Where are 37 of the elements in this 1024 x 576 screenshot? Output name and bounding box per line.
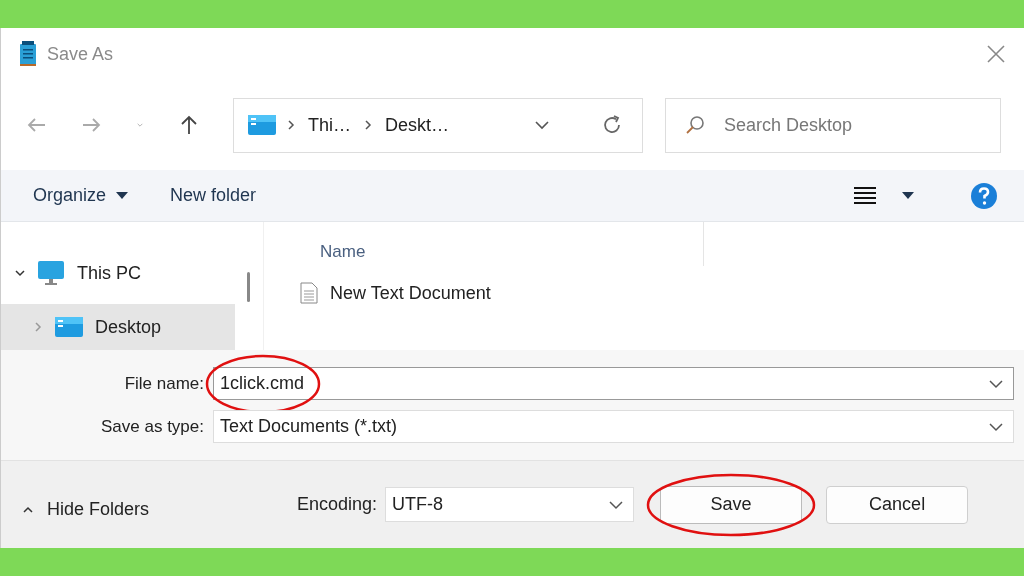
window-title: Save As: [47, 43, 115, 65]
cancel-button[interactable]: Cancel: [826, 485, 969, 524]
field-label: Save as type:: [100, 416, 204, 437]
field-label: Encoding:: [297, 494, 378, 515]
field-label: File name:: [123, 373, 204, 394]
hide-folders-button[interactable]: Hide Folders: [23, 499, 150, 520]
scrollbar-thumb[interactable]: [247, 272, 250, 302]
file-name-field[interactable]: 1click.cmd: [213, 367, 1014, 400]
search-field[interactable]: Search Desktop: [665, 97, 1001, 153]
save-button[interactable]: Save: [660, 485, 803, 524]
breadcrumb-item[interactable]: Thi…: [308, 114, 351, 136]
close-icon[interactable]: [986, 44, 1006, 64]
view-list-icon[interactable]: [854, 185, 876, 206]
address-bar[interactable]: Thi… Deskt…: [233, 97, 643, 153]
new-folder-button[interactable]: New folder: [160, 181, 267, 210]
chevron-up-icon: [23, 504, 33, 515]
sidebar-item[interactable]: Desktop: [1, 304, 235, 350]
file-name[interactable]: New Text Document: [330, 282, 491, 304]
chevron-down-icon: [609, 499, 624, 510]
organize-menu[interactable]: Organize: [23, 181, 139, 210]
breadcrumb-item[interactable]: Deskt…: [385, 114, 450, 136]
encoding-dropdown[interactable]: UTF-8: [385, 487, 635, 522]
file-type-dropdown[interactable]: Text Documents (*.txt): [213, 410, 1014, 443]
chevron-down-icon: [989, 378, 1003, 389]
caret-down-icon[interactable]: [902, 191, 914, 200]
help-icon[interactable]: [970, 181, 998, 210]
caret-down-icon: [116, 191, 129, 200]
search-icon: [684, 114, 706, 136]
column-header[interactable]: Name: [320, 242, 366, 262]
chevron-right-icon: [286, 120, 296, 130]
desktop-icon: [248, 114, 276, 136]
chevron-down-icon: [989, 421, 1003, 432]
document-icon: [300, 282, 318, 304]
notepad-icon: [19, 41, 37, 67]
desktop-icon: [55, 316, 83, 338]
chevron-right-icon: [363, 120, 373, 130]
monitor-icon: [37, 260, 65, 286]
